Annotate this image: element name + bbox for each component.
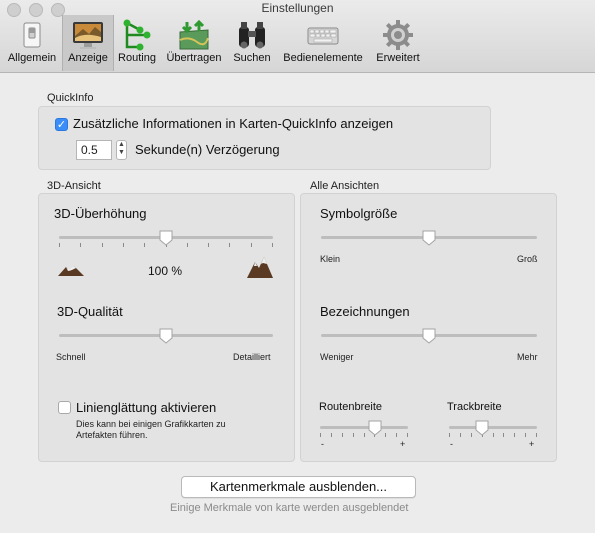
slider-tick: [102, 243, 103, 247]
route-width-slider[interactable]: [320, 420, 408, 437]
slider-track: [449, 426, 537, 429]
quickinfo-section-title: QuickInfo: [47, 92, 94, 104]
slider-knob[interactable]: [159, 328, 173, 344]
slider-knob[interactable]: [475, 420, 489, 436]
labels-max-label: Mehr: [517, 352, 538, 362]
slider-tick: [503, 433, 504, 437]
slider-tick: [272, 243, 273, 247]
symbol-size-slider[interactable]: [321, 230, 537, 246]
labels-slider[interactable]: [321, 328, 537, 344]
slider-knob[interactable]: [368, 420, 382, 436]
slider-tick: [320, 433, 321, 437]
route-width-label: Routenbreite: [319, 401, 382, 413]
quality-slider[interactable]: [59, 328, 273, 344]
routing-icon: [123, 19, 151, 51]
slider-tick: [59, 243, 60, 247]
slider-tick: [471, 433, 472, 437]
window-title: Einstellungen: [261, 1, 334, 15]
quickinfo-checkbox-label: Zusätzliche Informationen in Karten-Quic…: [73, 116, 394, 131]
slider-tick: [407, 433, 408, 437]
slider-tick: [525, 433, 526, 437]
slider-tick: [364, 433, 365, 437]
smoothing-checkbox[interactable]: [58, 401, 71, 414]
quality-min-label: Schnell: [56, 352, 86, 362]
tab-erweitert[interactable]: Erweitert: [370, 15, 426, 71]
delay-stepper[interactable]: ▲ ▼: [116, 140, 127, 160]
tall-mountain-icon: [247, 257, 273, 278]
allviews-section-title: Alle Ansichten: [310, 180, 380, 192]
track-width-plus: +: [529, 439, 535, 449]
quickinfo-checkbox[interactable]: ✓: [55, 118, 68, 131]
slider-tick: [80, 243, 81, 247]
delay-label: Sekunde(n) Verzögerung: [135, 142, 280, 157]
exaggeration-slider[interactable]: [59, 230, 273, 247]
slider-tick: [449, 433, 450, 437]
slider-knob[interactable]: [422, 230, 436, 246]
labels-label: Bezeichnungen: [320, 304, 410, 319]
track-width-minus: -: [450, 439, 453, 449]
slider-tick: [144, 243, 145, 247]
switch-icon: [23, 22, 41, 48]
tab-bedienelemente[interactable]: Bedienelemente: [278, 15, 368, 71]
display-icon: [73, 22, 103, 49]
slider-tick: [251, 243, 252, 247]
tab-uebertragen[interactable]: Übertragen: [162, 15, 226, 71]
symbol-size-label: Symbolgröße: [320, 206, 398, 221]
delay-input[interactable]: 0.5: [76, 140, 112, 160]
tab-label: Erweitert: [376, 52, 420, 64]
keyboard-icon: [307, 27, 339, 45]
route-width-plus: +: [400, 439, 406, 449]
tab-label: Routing: [118, 52, 156, 64]
slider-tick: [493, 433, 494, 437]
exaggeration-value: 100 %: [148, 264, 183, 278]
quality-max-label: Detailliert: [233, 352, 271, 362]
allviews-panel: Symbolgröße Klein Groß Bezeichnungen Wen…: [300, 193, 557, 462]
symbol-max-label: Groß: [517, 254, 538, 264]
tab-label: Anzeige: [68, 52, 108, 64]
slider-tick: [342, 433, 343, 437]
exaggeration-label: 3D-Überhöhung: [54, 206, 147, 221]
slider-tick: [460, 433, 461, 437]
slider-tick: [536, 433, 537, 437]
gear-icon: [383, 20, 413, 50]
flat-mountain-icon: [58, 266, 84, 276]
tab-suchen[interactable]: Suchen: [228, 15, 276, 71]
view3d-section-title: 3D-Ansicht: [47, 180, 101, 192]
quickinfo-panel: ✓ Zusätzliche Informationen in Karten-Qu…: [38, 106, 491, 170]
smoothing-note-line1: Dies kann bei einigen Grafikkarten zu: [76, 419, 226, 429]
labels-min-label: Weniger: [320, 352, 354, 362]
slider-tick: [514, 433, 515, 437]
hide-map-features-button[interactable]: Kartenmerkmale ausblenden...: [181, 476, 416, 498]
tab-allgemein[interactable]: Allgemein: [4, 15, 60, 71]
slider-tick: [396, 433, 397, 437]
tab-routing[interactable]: Routing: [114, 15, 160, 71]
slider-tick: [187, 243, 188, 247]
slider-knob[interactable]: [422, 328, 436, 344]
tab-anzeige[interactable]: Anzeige: [62, 15, 114, 71]
route-width-minus: -: [321, 439, 324, 449]
smoothing-label: Linienglättung aktivieren: [76, 400, 217, 415]
binoculars-icon: [239, 22, 265, 49]
slider-tick: [331, 433, 332, 437]
hidden-features-note: Einige Merkmale von karte werden ausgebl…: [170, 502, 409, 514]
slider-tick: [123, 243, 124, 247]
tab-label: Übertragen: [166, 52, 222, 64]
view3d-panel: 3D-Überhöhung 100 % 3D-Qualität Schnell …: [38, 193, 295, 462]
tab-label: Bedienelemente: [283, 52, 363, 64]
tab-label: Allgemein: [7, 52, 57, 64]
quality-label: 3D-Qualität: [57, 304, 123, 319]
transfer-icon: [179, 19, 209, 50]
slider-track: [320, 426, 408, 429]
tab-label: Suchen: [233, 52, 271, 64]
slider-tick: [385, 433, 386, 437]
track-width-slider[interactable]: [449, 420, 537, 437]
slider-tick: [353, 433, 354, 437]
slider-tick: [208, 243, 209, 247]
slider-knob[interactable]: [159, 230, 173, 246]
symbol-min-label: Klein: [320, 254, 341, 264]
slider-tick: [229, 243, 230, 247]
smoothing-note-line2: Artefakten führen.: [76, 430, 148, 440]
window-toolbar: Einstellungen Allgemein Anzeige Routing …: [0, 0, 595, 73]
track-width-label: Trackbreite: [447, 401, 502, 413]
